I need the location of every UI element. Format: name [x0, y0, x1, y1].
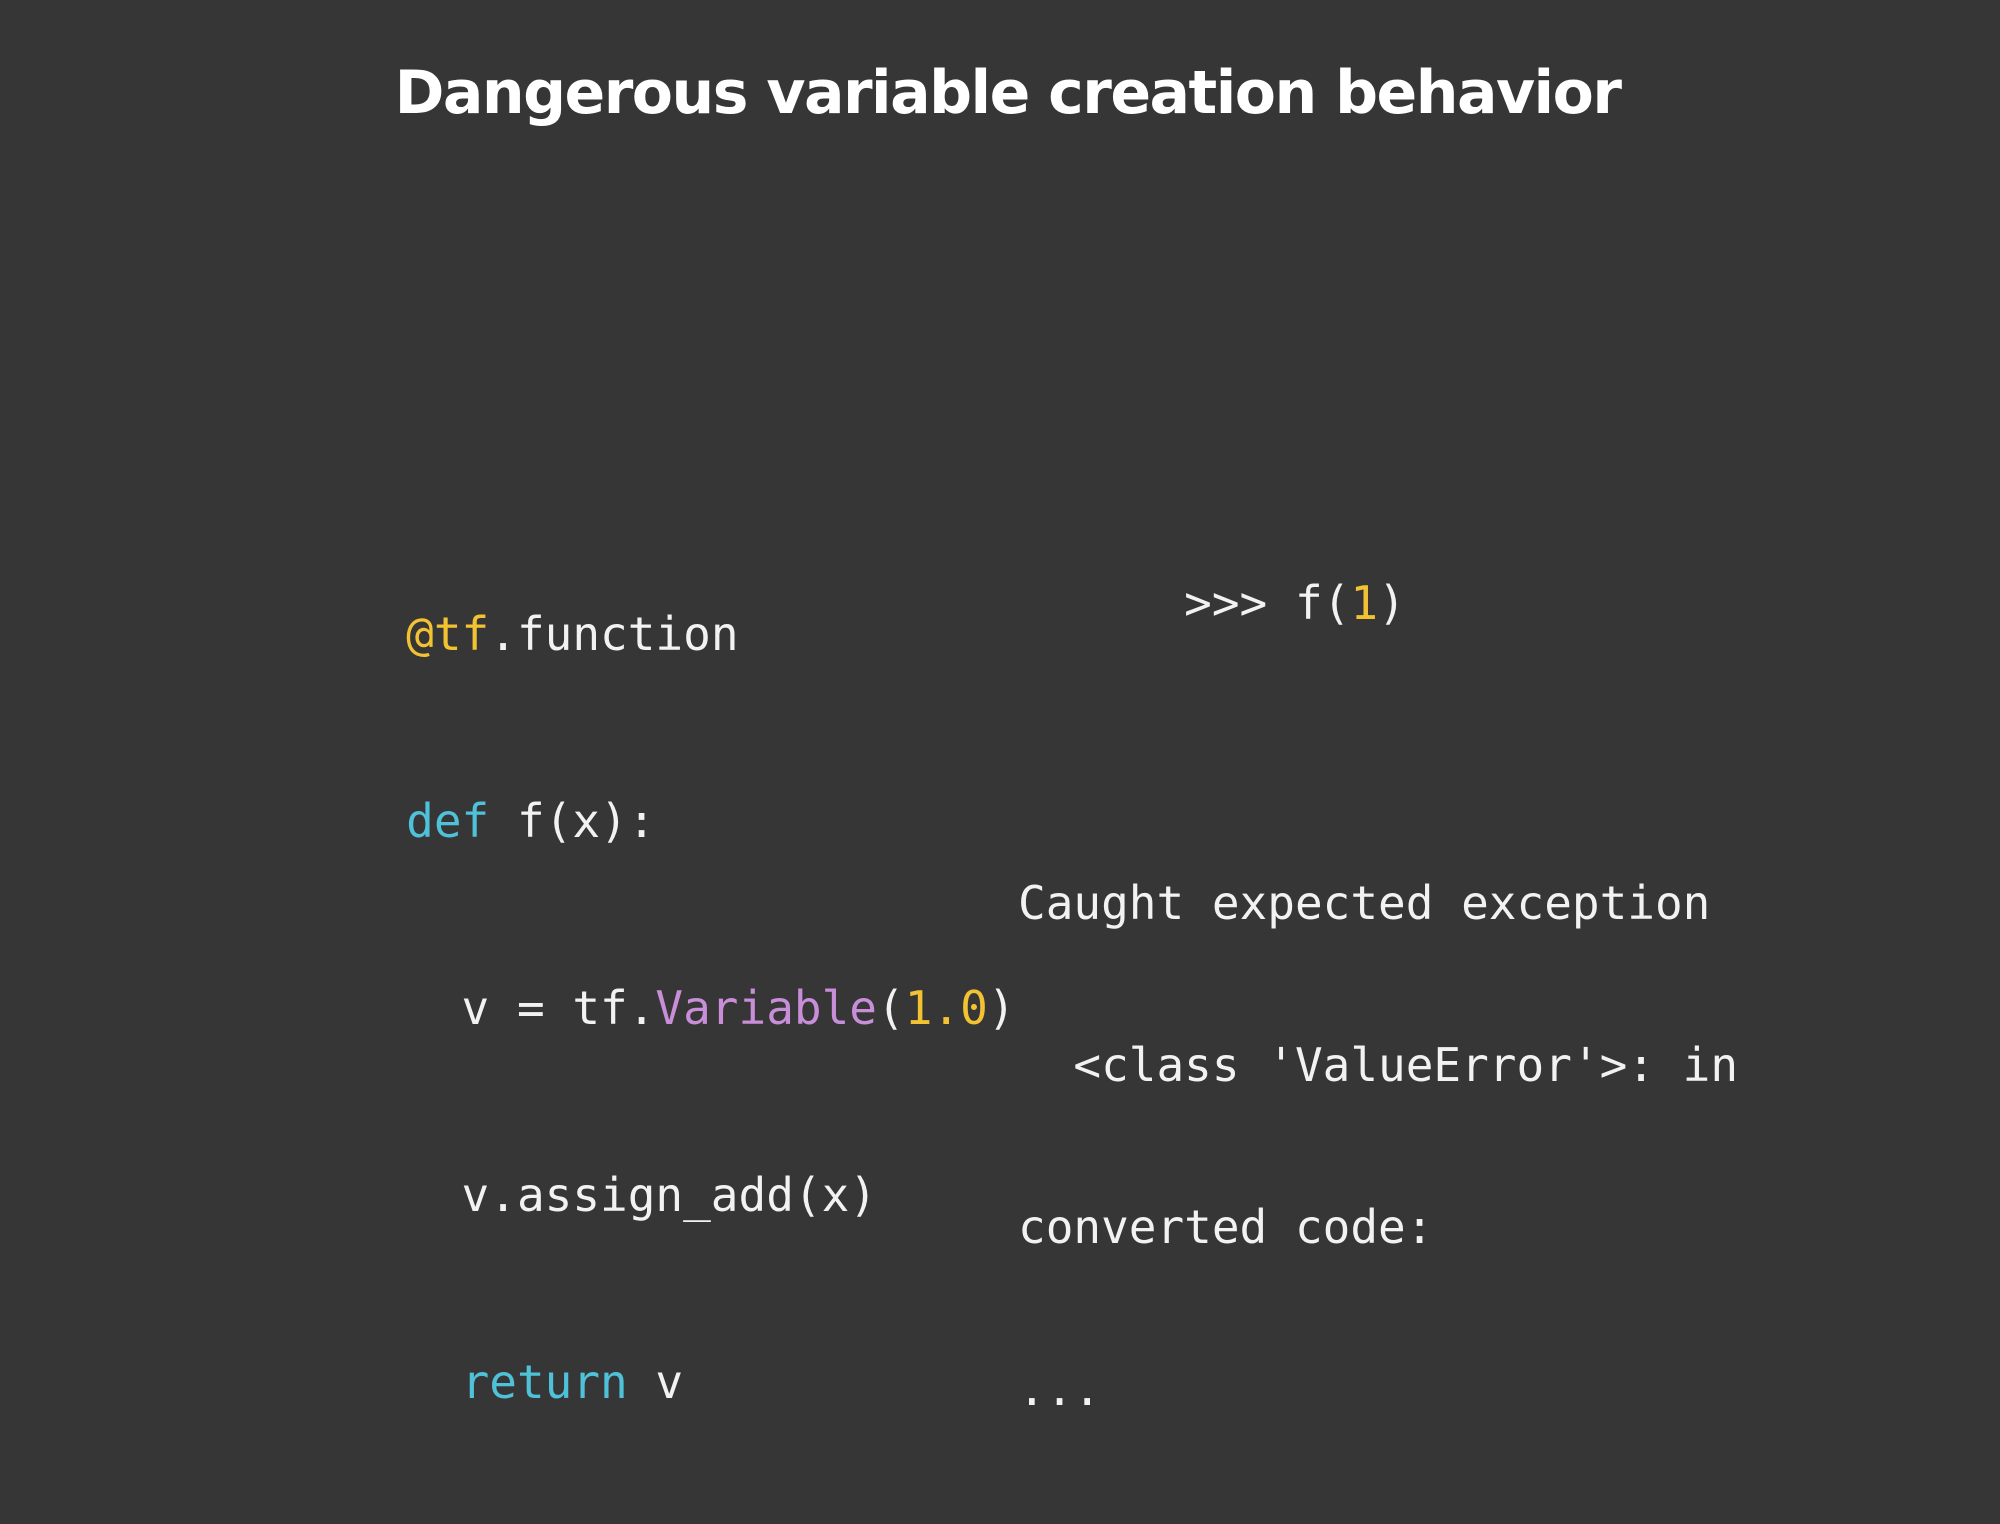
- code-token: ): [1378, 576, 1406, 630]
- output-line: <class 'ValueError'>: in: [1018, 1038, 1739, 1092]
- code-token: v.assign_add(x): [406, 1168, 877, 1222]
- code-token-number: 1: [1350, 576, 1379, 630]
- interpreter-prompt: >>> f(1): [1018, 522, 1738, 630]
- code-block-function: @tf.function def f(x): v = tf.Variable(1…: [240, 408, 1015, 1451]
- code-token: >>> f(: [1184, 576, 1351, 630]
- code-line-assign-add: v.assign_add(x): [240, 1077, 1015, 1222]
- code-line-return: return v: [240, 1264, 1015, 1409]
- code-token-keyword: return: [461, 1355, 628, 1409]
- code-token: v: [627, 1355, 684, 1409]
- code-token: (: [876, 981, 905, 1035]
- code-line-variable: v = tf.Variable(1.0): [240, 890, 1016, 1035]
- code-token-number: 1.0: [904, 981, 988, 1035]
- code-block-output: >>> f(1) Caught expected exception <clas…: [1018, 414, 1738, 1524]
- slide: Dangerous variable creation behavior @tf…: [0, 0, 2000, 1416]
- code-token: f(x):: [489, 794, 656, 848]
- code-token-keyword: def: [406, 794, 490, 848]
- code-token-decorator: @tf: [406, 607, 490, 661]
- output-line: converted code:: [1018, 1200, 1434, 1254]
- code-line-def: def f(x):: [240, 703, 1015, 848]
- code-token: .function: [489, 607, 739, 661]
- output-line: ...: [1018, 1362, 1102, 1416]
- slide-title: Dangerous variable creation behavior: [394, 58, 1622, 128]
- code-line-decorator: @tf.function: [240, 516, 1015, 661]
- code-token: v = tf.: [406, 981, 656, 1035]
- code-token: ): [987, 981, 1016, 1035]
- code-token-class: Variable: [655, 981, 877, 1035]
- output-line: Caught expected exception: [1018, 876, 1711, 930]
